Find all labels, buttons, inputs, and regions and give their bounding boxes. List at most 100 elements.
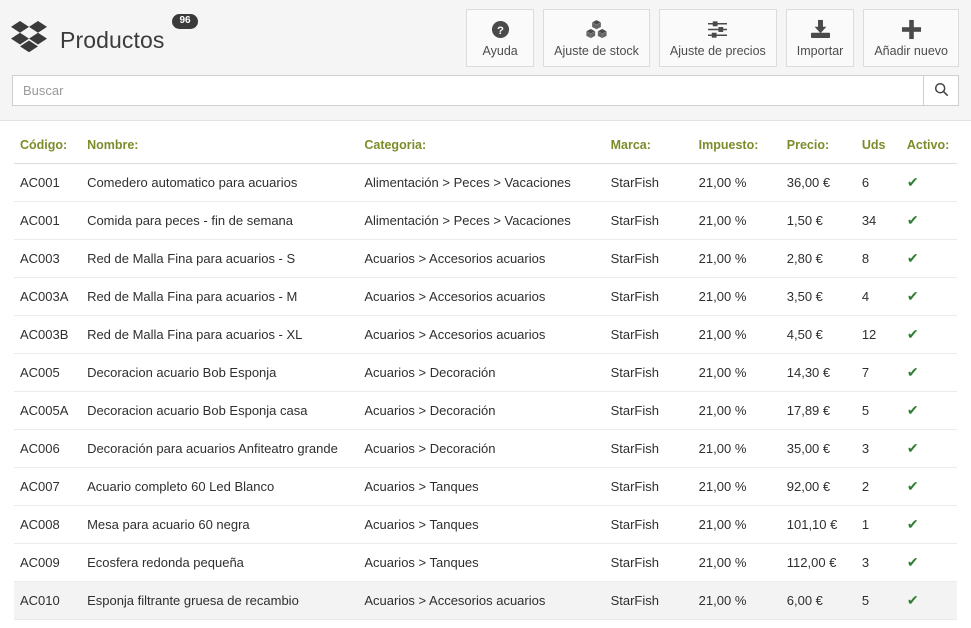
cell-codigo: AC005 bbox=[14, 353, 88, 392]
table-row[interactable]: AC009 Ecosfera redonda pequeña Acuarios > … bbox=[14, 543, 957, 582]
table-row[interactable]: AC007 Acuario completo 60 Led Blanco Acuar… bbox=[14, 467, 957, 506]
cell-codigo: AC008 bbox=[14, 505, 88, 544]
cell-impuesto: 21,00 % bbox=[698, 619, 787, 628]
count-badge: 96 bbox=[172, 14, 198, 29]
cell-impuesto: 21,00 % bbox=[698, 543, 787, 582]
check-icon: ✔ bbox=[906, 478, 919, 494]
cell-marca: StarFish bbox=[610, 163, 699, 202]
stock-adjust-button[interactable]: Ajuste de stock bbox=[543, 8, 650, 67]
search-input[interactable] bbox=[12, 75, 923, 106]
cell-nombre: Decoracion acuario Bob Esponja casa bbox=[87, 391, 365, 430]
cell-marca: StarFish bbox=[610, 277, 699, 316]
table-header-row: Código: Nombre: Categoria: Marca: Impues… bbox=[14, 121, 957, 164]
svg-text:?: ? bbox=[497, 25, 504, 37]
help-button[interactable]: ? Ayuda bbox=[466, 8, 535, 67]
cell-impuesto: 21,00 % bbox=[698, 581, 787, 620]
table-row[interactable]: AC005 Decoracion acuario Bob Esponja Acua… bbox=[14, 353, 957, 392]
cell-codigo: AC001 bbox=[14, 163, 88, 202]
cell-impuesto: 21,00 % bbox=[698, 239, 787, 278]
cell-precio: 2,80 € bbox=[786, 239, 862, 278]
column-header-codigo[interactable]: Código: bbox=[14, 121, 88, 164]
table-row[interactable]: AC003B Red de Malla Fina para acuarios - … bbox=[14, 315, 957, 354]
cell-categoria: Acuarios > Accesorios acuarios bbox=[364, 239, 611, 278]
cell-categoria: Acuarios > Bombas y skimmers bbox=[364, 619, 611, 628]
table-row[interactable]: AC005A Decoracion acuario Bob Esponja cas… bbox=[14, 391, 957, 430]
cell-codigo: AC003 bbox=[14, 239, 88, 278]
products-table: Código: Nombre: Categoria: Marca: Impues… bbox=[14, 121, 957, 628]
cell-precio: 3,50 € bbox=[786, 277, 862, 316]
cell-codigo: AC011 bbox=[14, 619, 88, 628]
cell-categoria: Alimentación > Peces > Vacaciones bbox=[364, 163, 611, 202]
table-row[interactable]: AC010 Esponja filtrante gruesa de recambi… bbox=[14, 581, 957, 620]
cell-activo: ✔ bbox=[906, 353, 957, 392]
cell-precio: 112,00 € bbox=[786, 543, 862, 582]
cell-nombre: Decoracion acuario Bob Esponja bbox=[87, 353, 365, 392]
cell-impuesto: 21,00 % bbox=[698, 429, 787, 468]
cell-activo: ✔ bbox=[906, 163, 957, 202]
table-row[interactable]: AC003A Red de Malla Fina para acuarios - … bbox=[14, 277, 957, 316]
column-header-impuesto[interactable]: Impuesto: bbox=[698, 121, 787, 164]
cell-impuesto: 21,00 % bbox=[698, 315, 787, 354]
sliders-icon bbox=[707, 18, 728, 40]
cell-marca: StarFish bbox=[610, 619, 699, 628]
cell-activo: ✔ bbox=[906, 467, 957, 506]
cell-precio: 17,89 € bbox=[786, 391, 862, 430]
cell-codigo: AC006 bbox=[14, 429, 88, 468]
cell-uds: 8 bbox=[861, 239, 907, 278]
cell-precio: 4,50 € bbox=[786, 315, 862, 354]
cell-activo: ✔ bbox=[906, 391, 957, 430]
table-row[interactable]: AC003 Red de Malla Fina para acuarios - S… bbox=[14, 239, 957, 278]
import-button-label: Importar bbox=[796, 44, 844, 59]
import-button[interactable]: Importar bbox=[785, 8, 855, 67]
cell-precio: 92,00 € bbox=[786, 467, 862, 506]
cell-marca: StarFish bbox=[610, 429, 699, 468]
price-adjust-button[interactable]: Ajuste de precios bbox=[658, 8, 777, 67]
cell-precio: 14,30 € bbox=[786, 353, 862, 392]
search-button[interactable] bbox=[923, 75, 959, 106]
table-row[interactable]: AC011Bomba circulación magnetica acuario… bbox=[14, 619, 957, 628]
check-icon: ✔ bbox=[906, 212, 919, 228]
check-icon: ✔ bbox=[906, 592, 919, 608]
cell-marca: StarFish bbox=[610, 391, 699, 430]
cell-uds: 4 bbox=[861, 277, 907, 316]
column-header-marca[interactable]: Marca: bbox=[610, 121, 699, 164]
stock-adjust-button-label: Ajuste de stock bbox=[554, 44, 639, 59]
cell-nombre: Comida para peces - fin de semana bbox=[87, 201, 365, 240]
cell-codigo: AC001 bbox=[14, 201, 88, 240]
products-table-container: Código: Nombre: Categoria: Marca: Impues… bbox=[0, 121, 971, 628]
table-head: Código: Nombre: Categoria: Marca: Impues… bbox=[14, 121, 957, 164]
column-header-uds[interactable]: Uds bbox=[861, 121, 907, 164]
brand: Productos 96 bbox=[10, 14, 198, 56]
cell-uds: 5 bbox=[861, 581, 907, 620]
check-icon: ✔ bbox=[906, 440, 919, 456]
table-row[interactable]: AC001 Comedero automatico para acuarios Al… bbox=[14, 163, 957, 202]
column-header-nombre[interactable]: Nombre: bbox=[87, 121, 365, 164]
cell-uds: 12 bbox=[861, 619, 907, 628]
column-header-categoria[interactable]: Categoria: bbox=[364, 121, 611, 164]
cell-uds: 7 bbox=[861, 353, 907, 392]
cell-categoria: Acuarios > Tanques bbox=[364, 543, 611, 582]
boxes-stack-icon bbox=[585, 18, 608, 40]
cell-activo: ✔ bbox=[906, 201, 957, 240]
cell-activo: ✔ bbox=[906, 277, 957, 316]
cell-codigo: AC005A bbox=[14, 391, 88, 430]
plus-icon bbox=[901, 18, 922, 40]
cell-impuesto: 21,00 % bbox=[698, 163, 787, 202]
table-row[interactable]: AC008 Mesa para acuario 60 negra Acuarios … bbox=[14, 505, 957, 544]
cell-impuesto: 21,00 % bbox=[698, 505, 787, 544]
table-row[interactable]: AC001 Comida para peces - fin de semana Al… bbox=[14, 201, 957, 240]
cell-categoria: Acuarios > Accesorios acuarios bbox=[364, 315, 611, 354]
cell-impuesto: 21,00 % bbox=[698, 201, 787, 240]
top-bar: Productos 96 ? Ayuda Ajuste de stock Aju… bbox=[0, 0, 971, 75]
cell-codigo: AC003A bbox=[14, 277, 88, 316]
cell-precio: 6,00 € bbox=[786, 581, 862, 620]
cell-uds: 3 bbox=[861, 543, 907, 582]
cell-marca: StarFish bbox=[610, 353, 699, 392]
column-header-activo[interactable]: Activo: bbox=[906, 121, 957, 164]
column-header-precio[interactable]: Precio: bbox=[786, 121, 862, 164]
table-row[interactable]: AC006 Decoración para acuarios Anfiteatro… bbox=[14, 429, 957, 468]
add-new-button[interactable]: Añadir nuevo bbox=[863, 8, 959, 67]
search-icon bbox=[934, 82, 949, 100]
check-icon: ✔ bbox=[906, 288, 919, 304]
cell-nombre: Mesa para acuario 60 negra bbox=[87, 505, 365, 544]
